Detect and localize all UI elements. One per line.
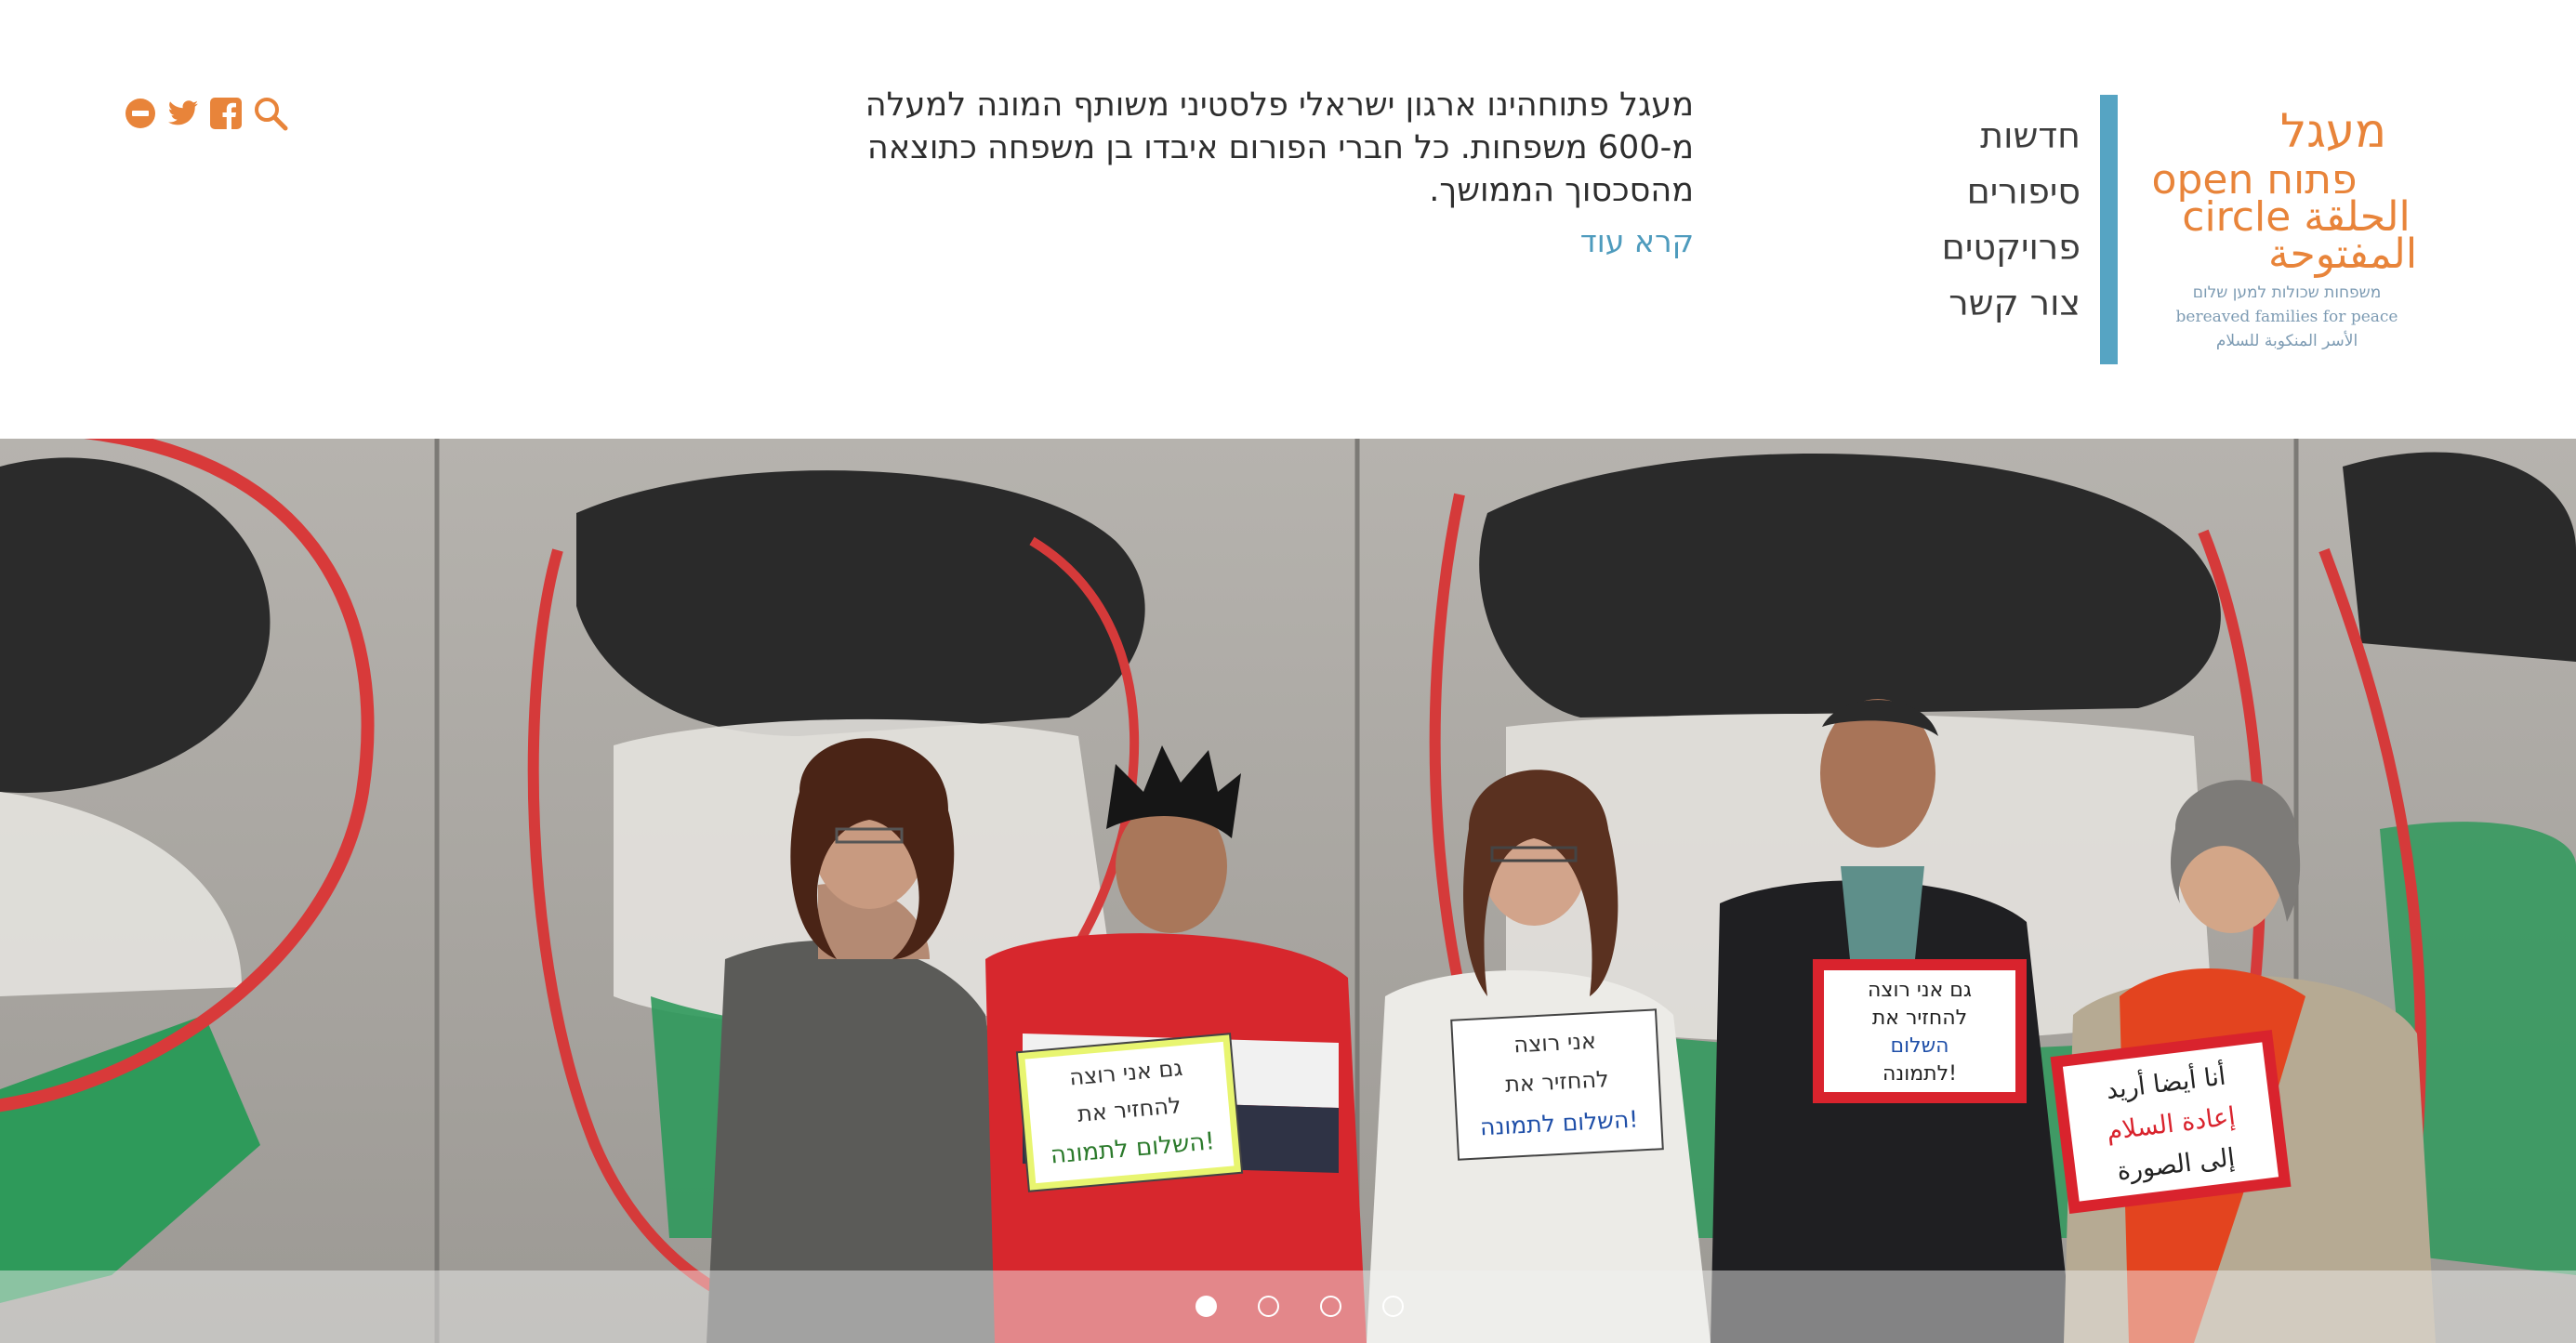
social-icons [125,93,288,134]
logo-tagline-en: bereaved families for peace [2176,308,2398,326]
about-blurb: מעגל פתוחהינו ארגון ישראלי פלסטיני משותף… [837,84,1694,262]
sign-4: أنا أيضا أريد إعادة السلام إلى الصورة [2050,1030,2292,1214]
logo-line-1: מעגל [2280,104,2386,158]
slide-dot-2[interactable] [1258,1296,1279,1317]
logo-line-4: المفتوحة [2268,230,2417,278]
slide-pagination [1196,1296,1404,1317]
sign-2-line-1: אני רוצה [1513,1028,1597,1059]
nav-item-news[interactable]: חדשות [1942,108,2081,164]
logo-tagline-he: משפחות שכולות למען שלום [2193,283,2382,302]
read-more-link[interactable]: קרא עוד [837,221,1694,262]
sign-3-line-3: השלום [1890,1034,1949,1058]
sign-3-line-2: להחזיר את [1872,1007,1967,1030]
slide-dot-3[interactable] [1320,1296,1341,1317]
sign-3-line-1: גם אני רוצה [1868,979,1972,1002]
sign-2: אני רוצה להחזיר את השלום לתמונה! [1450,1008,1664,1161]
twitter-icon[interactable] [167,100,199,126]
hero-slideshow[interactable]: גם אני רוצה להחזיר את השלום לתמונה! אני … [0,439,2576,1343]
minus-circle-icon[interactable] [125,98,156,129]
nav-item-contact[interactable]: צור קשר [1942,275,2081,331]
main-nav: חדשות סיפורים פרויקטים צור קשר [1942,108,2081,331]
logo-tagline-ar: الأسر المنكوبة للسلام [2216,331,2358,350]
nav-accent-bar [2100,95,2118,364]
sign-1: גם אני רוצה להחזיר את השלום לתמונה! [1015,1033,1244,1192]
facebook-icon[interactable] [210,98,242,129]
slide-dot-4[interactable] [1382,1296,1404,1317]
hero-image: גם אני רוצה להחזיר את השלום לתמונה! אני … [0,439,2576,1343]
sign-3-line-4: לתמונה! [1882,1062,1957,1086]
sign-3: גם אני רוצה להחזיר את השלום לתמונה! [1813,959,2027,1103]
site-logo[interactable]: מעגל open פתוח circle الحلقة المفتوحة מש… [2147,100,2464,370]
sign-2-line-2: להחזיר את [1504,1066,1609,1098]
search-icon[interactable] [253,96,288,131]
slide-dot-1[interactable] [1196,1296,1217,1317]
nav-item-projects[interactable]: פרויקטים [1942,219,2081,275]
about-text: מעגל פתוחהינו ארגון ישראלי פלסטיני משותף… [865,86,1694,209]
nav-item-stories[interactable]: סיפורים [1942,164,2081,219]
